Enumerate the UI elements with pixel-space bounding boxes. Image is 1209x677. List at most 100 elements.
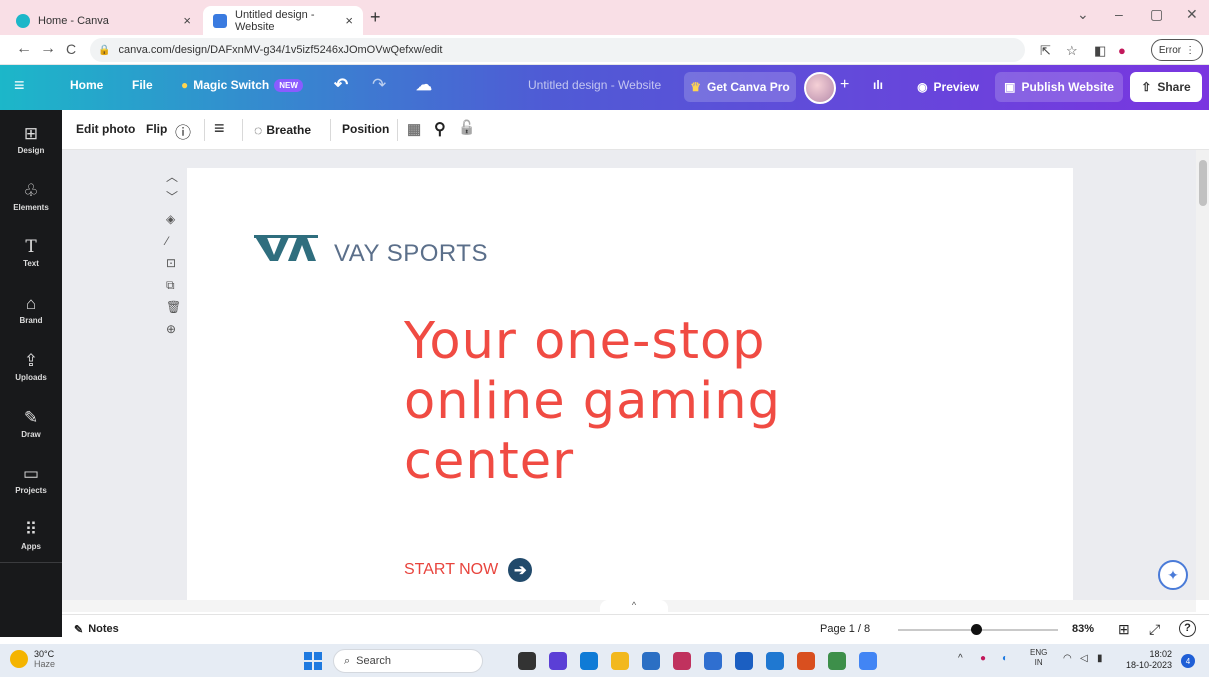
crown-icon: ♛ <box>690 80 702 94</box>
sidebar-item-brand[interactable]: ⌂ Brand <box>0 294 62 325</box>
sidebar-item-elements[interactable]: ♧ Elements <box>0 181 62 212</box>
magic-assistant-icon[interactable]: ✦ <box>1158 560 1188 590</box>
undo-icon[interactable]: ↶ <box>334 75 348 95</box>
preview-button[interactable]: ◉ Preview <box>906 72 990 102</box>
zoom-percentage[interactable]: 83% <box>1072 623 1094 635</box>
bookmark-star-icon[interactable]: ☆ <box>1066 43 1078 59</box>
collapse-pages-button[interactable]: ^ <box>600 600 668 614</box>
taskbar-app-icon[interactable] <box>859 652 877 670</box>
start-now-button[interactable]: START NOW ➔ <box>404 558 533 582</box>
crown-icon: ● <box>181 78 189 92</box>
wifi-icon[interactable]: ◠ <box>1063 653 1072 664</box>
taskbar-app-icon[interactable] <box>766 652 784 670</box>
sidebar-item-design[interactable]: ⊞ Design <box>0 124 62 155</box>
language-indicator[interactable]: ENG IN <box>1030 648 1047 668</box>
forward-icon[interactable]: → <box>40 40 56 58</box>
page-notes-icon[interactable]: ⁄ <box>166 234 168 248</box>
url-bar[interactable]: 🔒 canva.com/design/DAFxnMV-g34/1v5izf524… <box>90 38 1025 62</box>
taskbar-app-icon[interactable] <box>549 652 567 670</box>
weather-widget[interactable]: 30°C Haze <box>10 649 55 669</box>
hero-headline[interactable]: Your one-stop online gaming center <box>404 312 781 492</box>
taskbar-search[interactable]: ⌕ Search <box>333 649 483 673</box>
design-title[interactable]: Untitled design - Website <box>528 78 661 92</box>
page-indicator[interactable]: Page 1 / 8 <box>820 623 870 635</box>
reload-icon[interactable]: C <box>66 41 76 57</box>
unlock-icon[interactable]: 🔓 <box>458 119 475 136</box>
notes-button[interactable]: ✎ Notes <box>74 623 119 636</box>
info-icon[interactable]: ⓘ <box>175 119 191 143</box>
home-link[interactable]: Home <box>70 78 103 92</box>
volume-icon[interactable]: ◁ <box>1080 653 1088 664</box>
sidebar-item-draw[interactable]: ✎ Draw <box>0 408 62 439</box>
share-button[interactable]: ⇧ Share <box>1130 72 1202 102</box>
redo-icon[interactable]: ↷ <box>372 75 386 95</box>
new-tab-button[interactable]: + <box>370 7 381 28</box>
sidebar-item-text[interactable]: T Text <box>0 237 62 268</box>
transparency-icon[interactable]: ▦ <box>407 120 421 138</box>
tab-close-icon[interactable]: × <box>183 13 191 28</box>
share-page-icon[interactable]: ⇱ <box>1040 43 1051 59</box>
add-page-icon[interactable]: ⊕ <box>166 322 176 336</box>
brand-name[interactable]: VAY SPORTS <box>334 240 488 268</box>
profile-error-button[interactable]: Error ⋮ <box>1151 39 1203 61</box>
flip-button[interactable]: Flip <box>146 122 167 136</box>
duplicate-page-icon[interactable]: ⧉ <box>166 278 175 293</box>
side-panel-icon[interactable]: ◧ <box>1094 43 1106 59</box>
tab-untitled-design[interactable]: Untitled design - Website × <box>203 6 363 35</box>
get-canva-pro-button[interactable]: ♛ Get Canva Pro <box>684 72 796 102</box>
taskbar-app-icon[interactable] <box>735 652 753 670</box>
sidebar-item-uploads[interactable]: ⇪ Uploads <box>0 351 62 382</box>
tab-home-canva[interactable]: Home - Canva × <box>6 6 201 35</box>
tab-search-icon[interactable]: ⌄ <box>1077 6 1089 23</box>
sidebar-item-apps[interactable]: ⠿ Apps <box>0 520 62 551</box>
back-icon[interactable]: ← <box>16 40 32 58</box>
position-button[interactable]: Position <box>342 122 389 136</box>
notification-badge[interactable]: 4 <box>1181 654 1195 668</box>
add-people-button[interactable]: + <box>840 76 849 94</box>
lock-icon: 🔒 <box>98 44 111 56</box>
publish-website-button[interactable]: ▣ Publish Website <box>995 72 1123 102</box>
tray-chrome-icon[interactable]: ◐ <box>1002 653 1008 664</box>
show-hidden-icons[interactable]: ^ <box>958 653 963 664</box>
delete-page-icon[interactable]: 🗑 <box>166 300 181 314</box>
tab-close-icon[interactable]: × <box>345 13 353 28</box>
edit-photo-button[interactable]: Edit photo <box>76 122 135 136</box>
hamburger-menu-icon[interactable]: ≡ <box>14 75 25 96</box>
battery-icon[interactable]: ▮ <box>1097 653 1103 664</box>
windows-start-icon[interactable] <box>304 652 322 670</box>
help-icon[interactable]: ? <box>1179 620 1196 637</box>
vertical-scrollbar[interactable] <box>1196 150 1209 600</box>
close-window-button[interactable]: ✕ <box>1186 6 1198 23</box>
minimize-button[interactable]: – <box>1115 6 1123 22</box>
taskbar-app-icon[interactable] <box>704 652 722 670</box>
fullscreen-icon[interactable]: ⤢ <box>1149 621 1160 638</box>
file-menu[interactable]: File <box>132 78 153 92</box>
avatar[interactable] <box>804 72 836 104</box>
taskbar-app-icon[interactable] <box>673 652 691 670</box>
breathe-animation-button[interactable]: ◌ Breathe <box>254 122 311 138</box>
border-style-icon[interactable]: ≡ <box>214 118 225 139</box>
vertical-scroll-thumb[interactable] <box>1199 160 1207 206</box>
move-up-icon[interactable]: ︿ <box>166 168 178 185</box>
vay-sports-logo-icon[interactable] <box>254 233 318 263</box>
sidebar-item-label: Projects <box>15 486 47 495</box>
cloud-save-icon[interactable]: ☁ <box>416 75 432 95</box>
move-down-icon[interactable]: ﹀ <box>166 188 178 205</box>
system-clock[interactable]: 18:02 18-10-2023 <box>1126 649 1172 671</box>
insights-icon[interactable]: ılı <box>873 78 883 92</box>
hide-page-icon[interactable]: ◈ <box>166 212 175 226</box>
sidebar-item-projects[interactable]: ▭ Projects <box>0 464 62 495</box>
magic-switch-button[interactable]: ● Magic Switch NEW <box>181 78 303 92</box>
taskbar-app-icon[interactable] <box>518 652 536 670</box>
profile-icon[interactable]: ● <box>1118 43 1126 58</box>
paint-roller-icon[interactable]: ⚲ <box>434 119 446 139</box>
taskbar-app-icon[interactable] <box>642 652 660 670</box>
taskbar-app-icon[interactable] <box>580 652 598 670</box>
taskbar-app-icon[interactable] <box>611 652 629 670</box>
restore-button[interactable]: ▢ <box>1150 6 1163 23</box>
taskbar-app-icon[interactable] <box>797 652 815 670</box>
tray-app-icon[interactable]: ● <box>980 653 986 664</box>
grid-view-icon[interactable]: ⊞ <box>1118 621 1130 638</box>
taskbar-app-icon[interactable] <box>828 652 846 670</box>
lock-page-icon[interactable]: ⊡ <box>166 256 176 270</box>
